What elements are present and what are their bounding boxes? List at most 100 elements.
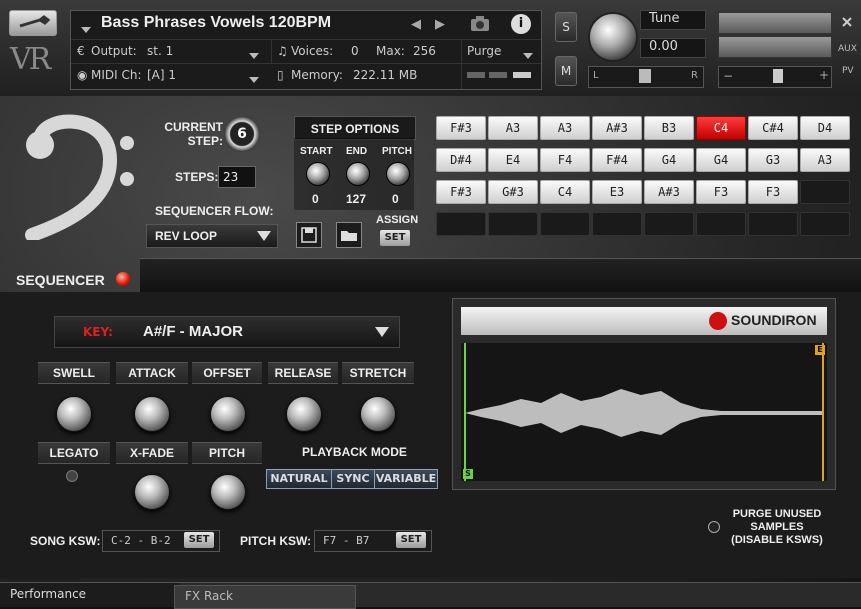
max-value[interactable]: 256 xyxy=(413,44,436,58)
volume-handle[interactable] xyxy=(773,69,783,83)
step-cell[interactable]: C#4 xyxy=(748,116,798,140)
activity-meter-3 xyxy=(513,72,531,78)
waveform-display[interactable] xyxy=(461,343,827,481)
release-label: RELEASE xyxy=(268,362,338,384)
step-cell[interactable]: F3 xyxy=(696,180,746,204)
step-cell[interactable] xyxy=(696,212,746,236)
step-cell[interactable]: E3 xyxy=(592,180,642,204)
xfade-label: X-FADE xyxy=(116,442,188,464)
next-preset-icon[interactable]: ▶ xyxy=(435,17,445,32)
output-row: € Output: st. 1 ♫ Voices: 0 Max: 256 Pur… xyxy=(71,39,541,89)
step-cell[interactable] xyxy=(540,212,590,236)
output-dropdown-icon[interactable] xyxy=(249,48,259,62)
step-cell[interactable]: A3 xyxy=(540,116,590,140)
stretch-knob[interactable] xyxy=(360,396,396,432)
pitch-param-knob[interactable] xyxy=(210,474,246,510)
chevron-down-icon[interactable] xyxy=(81,22,91,36)
step-cell[interactable]: A#3 xyxy=(644,180,694,204)
purge-dropdown[interactable]: Purge xyxy=(467,44,501,58)
step-cell[interactable]: D#4 xyxy=(436,148,486,172)
purge-toggle[interactable] xyxy=(708,521,720,533)
aux-label[interactable]: AUX xyxy=(838,44,857,54)
step-cell[interactable]: G3 xyxy=(748,148,798,172)
legato-toggle[interactable] xyxy=(66,470,78,482)
sequencer-power-toggle[interactable] xyxy=(116,272,130,286)
step-cell[interactable]: G#3 xyxy=(488,180,538,204)
step-cell[interactable] xyxy=(488,212,538,236)
save-icon[interactable] xyxy=(296,222,322,248)
pitch-knob[interactable] xyxy=(386,162,410,186)
sequencer-flow-select[interactable]: REV LOOP xyxy=(146,224,278,248)
key-select[interactable]: KEY: A#/F - MAJOR xyxy=(54,316,400,348)
stretch-label: STRETCH xyxy=(342,362,414,384)
step-cell[interactable] xyxy=(644,212,694,236)
wrench-icon[interactable] xyxy=(9,10,57,36)
step-cell[interactable] xyxy=(592,212,642,236)
start-marker[interactable]: S xyxy=(463,469,473,479)
release-knob[interactable] xyxy=(286,396,322,432)
attack-knob[interactable] xyxy=(134,396,170,432)
volume-minus[interactable]: − xyxy=(723,69,733,83)
step-cell[interactable]: B3 xyxy=(644,116,694,140)
step-cell[interactable] xyxy=(800,180,850,204)
step-cell[interactable]: D4 xyxy=(800,116,850,140)
mute-button[interactable]: M xyxy=(555,56,577,86)
step-cell[interactable]: C4 xyxy=(696,116,746,140)
pv-label[interactable]: PV xyxy=(842,66,854,76)
playback-natural-button[interactable]: NATURAL xyxy=(266,469,332,489)
prev-preset-icon[interactable]: ◀ xyxy=(411,17,421,32)
step-cell[interactable]: A#3 xyxy=(592,116,642,140)
end-marker[interactable]: E xyxy=(815,345,825,355)
volume-slider[interactable]: − + xyxy=(718,66,832,88)
step-cell[interactable] xyxy=(436,212,486,236)
current-step-label: CURRENT STEP: xyxy=(164,120,223,148)
tune-knob[interactable] xyxy=(588,12,638,62)
output-value[interactable]: st. 1 xyxy=(147,44,173,58)
pitch-ksw-label: PITCH KSW: xyxy=(240,534,312,548)
playback-variable-button[interactable]: VARIABLE xyxy=(374,469,438,489)
start-knob[interactable] xyxy=(306,162,330,186)
pitch-ksw-set-button[interactable]: SET xyxy=(396,532,426,548)
solo-button[interactable]: S xyxy=(555,12,577,42)
playback-mode-label: PLAYBACK MODE xyxy=(302,445,407,459)
step-cell[interactable]: G4 xyxy=(644,148,694,172)
midi-dropdown-icon[interactable] xyxy=(249,72,259,86)
step-cell[interactable]: F#3 xyxy=(436,180,486,204)
pan-handle[interactable] xyxy=(639,69,651,83)
offset-knob[interactable] xyxy=(210,396,246,432)
playback-sync-button[interactable]: SYNC xyxy=(331,469,375,489)
steps-label: STEPS: xyxy=(175,170,219,184)
memory-label: Memory: xyxy=(291,68,343,82)
pan-right-label: R xyxy=(691,70,698,81)
step-cell[interactable]: C4 xyxy=(540,180,590,204)
step-cell[interactable]: F#3 xyxy=(436,116,486,140)
step-cell[interactable]: F3 xyxy=(748,180,798,204)
volume-plus[interactable]: + xyxy=(819,68,829,82)
step-cell[interactable]: A3 xyxy=(800,148,850,172)
steps-input[interactable]: 23 xyxy=(218,166,256,188)
song-ksw-set-button[interactable]: SET xyxy=(184,532,214,548)
tab-performance[interactable]: Performance xyxy=(0,583,180,607)
step-cell[interactable] xyxy=(748,212,798,236)
swell-knob[interactable] xyxy=(56,396,92,432)
midi-value[interactable]: [A] 1 xyxy=(147,68,176,82)
step-cell[interactable]: G4 xyxy=(696,148,746,172)
step-cell[interactable]: F4 xyxy=(540,148,590,172)
pan-slider[interactable]: L R xyxy=(588,66,704,88)
step-cell[interactable] xyxy=(800,212,850,236)
tune-value[interactable]: 0.00 xyxy=(640,38,706,58)
pitch-param-label: PITCH xyxy=(192,442,262,464)
end-knob[interactable] xyxy=(346,162,370,186)
step-cell[interactable]: E4 xyxy=(488,148,538,172)
tab-fx-rack[interactable]: FX Rack xyxy=(174,585,356,609)
info-icon[interactable]: i xyxy=(511,14,531,34)
camera-icon[interactable] xyxy=(469,14,491,32)
assign-set-button[interactable]: SET xyxy=(380,230,410,246)
close-icon[interactable] xyxy=(840,14,854,28)
step-cell[interactable]: A3 xyxy=(488,116,538,140)
max-label: Max: xyxy=(376,44,405,58)
purge-chevron-icon[interactable] xyxy=(523,48,533,62)
xfade-knob[interactable] xyxy=(134,474,170,510)
step-cell[interactable]: F#4 xyxy=(592,148,642,172)
folder-icon[interactable] xyxy=(336,222,362,248)
